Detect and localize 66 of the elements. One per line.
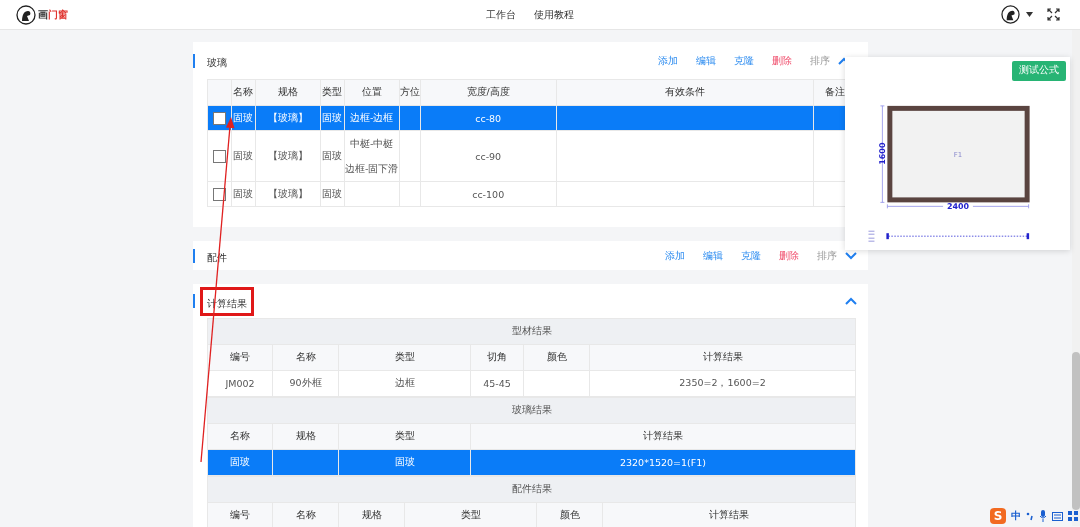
action-link[interactable]: 添加 [658, 53, 678, 68]
height-label: 1600 [878, 142, 888, 165]
input-mode-toggle[interactable]: 中 [1011, 509, 1021, 523]
column-header: 计算结果 [589, 344, 856, 371]
action-link[interactable]: 排序 [810, 53, 830, 68]
column-header: 编号 [207, 344, 273, 371]
column-header: 规格 [272, 423, 339, 450]
table-cell: 固玻 [233, 111, 254, 123]
table-cell: 固玻 [322, 111, 343, 123]
table-cell: 2320*1520=1(F1) [620, 457, 706, 468]
column-header: 计算结果 [470, 423, 856, 450]
table-row[interactable]: 固玻 【玻璃】 固玻 边框-边框 cc-80 [207, 105, 857, 131]
table-cell: 【玻璃】 [267, 111, 308, 123]
action-link[interactable]: 删除 [779, 248, 799, 263]
column-header: 规格 [255, 79, 321, 106]
column-header: 位置 [344, 79, 400, 106]
table-cell: 边框-固下滑 [345, 163, 399, 174]
logo-text: 画门窗 [38, 7, 68, 22]
table-cell: 边框 [394, 377, 415, 388]
nav-link[interactable]: 使用教程 [534, 7, 574, 22]
group-title: 玻璃结果 [511, 404, 552, 415]
column-header: 名称 [272, 344, 339, 371]
table-cell: 固玻 [394, 456, 415, 467]
column-header: 宽度/高度 [420, 79, 557, 106]
table-cell: 【玻璃】 [267, 187, 308, 199]
section-title: 玻璃 [207, 57, 227, 68]
group-title: 型材结果 [511, 325, 552, 336]
table-cell: 中梃-中梃 [349, 138, 394, 149]
column-header: 有效条件 [556, 79, 814, 106]
width-label: 2400 [946, 202, 970, 212]
nav-link[interactable]: 工作台 [486, 7, 516, 22]
table-cell: 固玻 [322, 149, 343, 161]
table-cell: 90外框 [289, 377, 322, 388]
table-cell: 2350=2，1600=2 [679, 377, 766, 388]
action-link[interactable]: 添加 [665, 248, 685, 263]
table-cell: 固玻 [233, 149, 254, 161]
column-header: 名称 [207, 423, 273, 450]
column-header: 类型 [338, 344, 471, 371]
column-header: 计算结果 [602, 502, 856, 527]
ime-logo[interactable]: S [990, 508, 1006, 524]
action-link[interactable]: 克隆 [741, 248, 761, 263]
table-cell: cc-100 [472, 188, 505, 200]
column-header: 类型 [338, 423, 471, 450]
table-cell: 45-45 [483, 378, 511, 389]
table-cell: 固玻 [230, 456, 250, 467]
table-row[interactable]: JM002 90外框 边框 45-45 2350=2，1600=2 [207, 370, 856, 397]
group-title: 配件结果 [511, 483, 552, 494]
table-cell: 固玻 [322, 187, 343, 199]
action-link[interactable]: 克隆 [734, 53, 754, 68]
column-header: 颜色 [523, 344, 590, 371]
column-header: 名称 [231, 79, 256, 106]
table-cell: 【玻璃】 [267, 149, 308, 161]
test-formula-button[interactable]: 测试公式 [1012, 61, 1066, 81]
table-cell: cc-80 [475, 112, 502, 124]
column-header: 类型 [320, 79, 345, 106]
table-cell: 固玻 [233, 187, 254, 199]
column-header: 编号 [207, 502, 273, 527]
column-header: 方位 [399, 79, 421, 106]
table-cell: 边框-边框 [349, 111, 394, 123]
table-cell: JM002 [225, 378, 255, 389]
column-header: 类型 [404, 502, 537, 527]
action-link[interactable]: 编辑 [696, 53, 716, 68]
action-link[interactable]: 编辑 [703, 248, 723, 263]
action-link[interactable]: 删除 [772, 53, 792, 68]
action-link[interactable]: 排序 [817, 248, 837, 263]
table-cell: cc-90 [475, 150, 502, 162]
